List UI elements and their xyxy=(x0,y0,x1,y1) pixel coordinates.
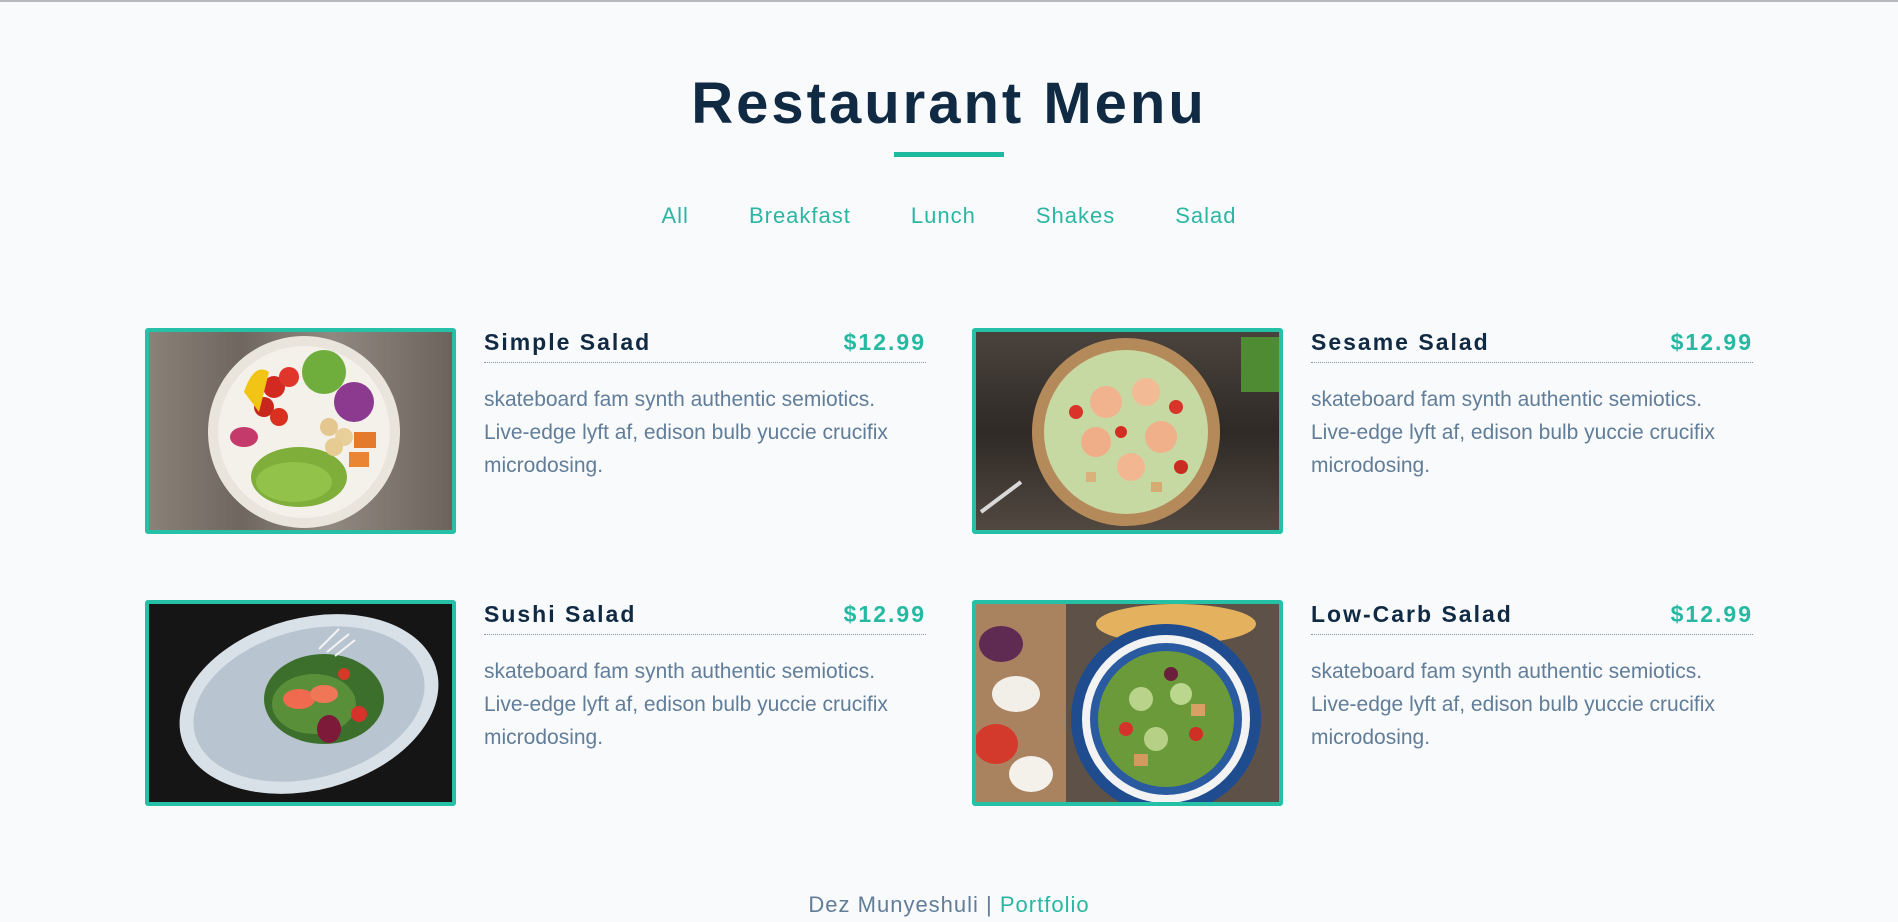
menu-grid: Simple Salad $12.99 skateboard fam synth… xyxy=(145,328,1753,806)
menu-item-header: Sushi Salad $12.99 xyxy=(484,600,926,635)
menu-item-description: skateboard fam synth authentic semiotics… xyxy=(1311,388,1715,477)
page-footer: Dez Munyeshuli | Portfolio xyxy=(0,891,1898,919)
menu-item: Low-Carb Salad $12.99 skateboard fam syn… xyxy=(972,600,1753,806)
menu-item-name: Sushi Salad xyxy=(484,601,637,627)
salad-bowl-vegetables-image xyxy=(145,328,456,534)
filter-all-button[interactable]: All xyxy=(631,202,718,230)
filter-salad-button[interactable]: Salad xyxy=(1145,202,1266,230)
menu-item-info: Sushi Salad $12.99 skateboard fam synth … xyxy=(484,600,926,806)
menu-item-info: Low-Carb Salad $12.99 skateboard fam syn… xyxy=(1311,600,1753,806)
sushi-salad-plate-image xyxy=(145,600,456,806)
portfolio-link[interactable]: Portfolio xyxy=(1000,892,1090,917)
menu-item-description: skateboard fam synth authentic semiotics… xyxy=(1311,660,1715,749)
menu-item: Simple Salad $12.99 skateboard fam synth… xyxy=(145,328,926,534)
menu-item-price: $12.99 xyxy=(843,329,926,355)
filter-shakes-button[interactable]: Shakes xyxy=(1006,202,1145,230)
title-underline xyxy=(894,152,1004,157)
menu-item-name: Sesame Salad xyxy=(1311,329,1490,355)
menu-item-price: $12.99 xyxy=(843,601,926,627)
menu-item-name: Low-Carb Salad xyxy=(1311,601,1513,627)
filter-lunch-button[interactable]: Lunch xyxy=(881,202,1006,230)
category-filters: All Breakfast Lunch Shakes Salad xyxy=(0,202,1898,230)
menu-item-price: $12.99 xyxy=(1670,329,1753,355)
menu-item-description: skateboard fam synth authentic semiotics… xyxy=(484,388,888,477)
shrimp-salad-bowl-image xyxy=(972,328,1283,534)
menu-item-description: skateboard fam synth authentic semiotics… xyxy=(484,660,888,749)
menu-item: Sushi Salad $12.99 skateboard fam synth … xyxy=(145,600,926,806)
page-title: Restaurant Menu xyxy=(691,71,1207,136)
menu-item-header: Simple Salad $12.99 xyxy=(484,328,926,363)
filter-breakfast-button[interactable]: Breakfast xyxy=(719,202,881,230)
footer-author: Dez Munyeshuli xyxy=(808,892,979,917)
menu-item-info: Simple Salad $12.99 skateboard fam synth… xyxy=(484,328,926,534)
footer-separator: | xyxy=(978,892,1000,917)
menu-item-header: Low-Carb Salad $12.99 xyxy=(1311,600,1753,635)
menu-item-name: Simple Salad xyxy=(484,329,652,355)
menu-item: Sesame Salad $12.99 skateboard fam synth… xyxy=(972,328,1753,534)
menu-page: Restaurant Menu All Breakfast Lunch Shak… xyxy=(0,0,1898,922)
low-carb-salad-bowl-image xyxy=(972,600,1283,806)
menu-item-info: Sesame Salad $12.99 skateboard fam synth… xyxy=(1311,328,1753,534)
page-header: Restaurant Menu xyxy=(0,66,1898,157)
menu-item-price: $12.99 xyxy=(1670,601,1753,627)
menu-item-header: Sesame Salad $12.99 xyxy=(1311,328,1753,363)
